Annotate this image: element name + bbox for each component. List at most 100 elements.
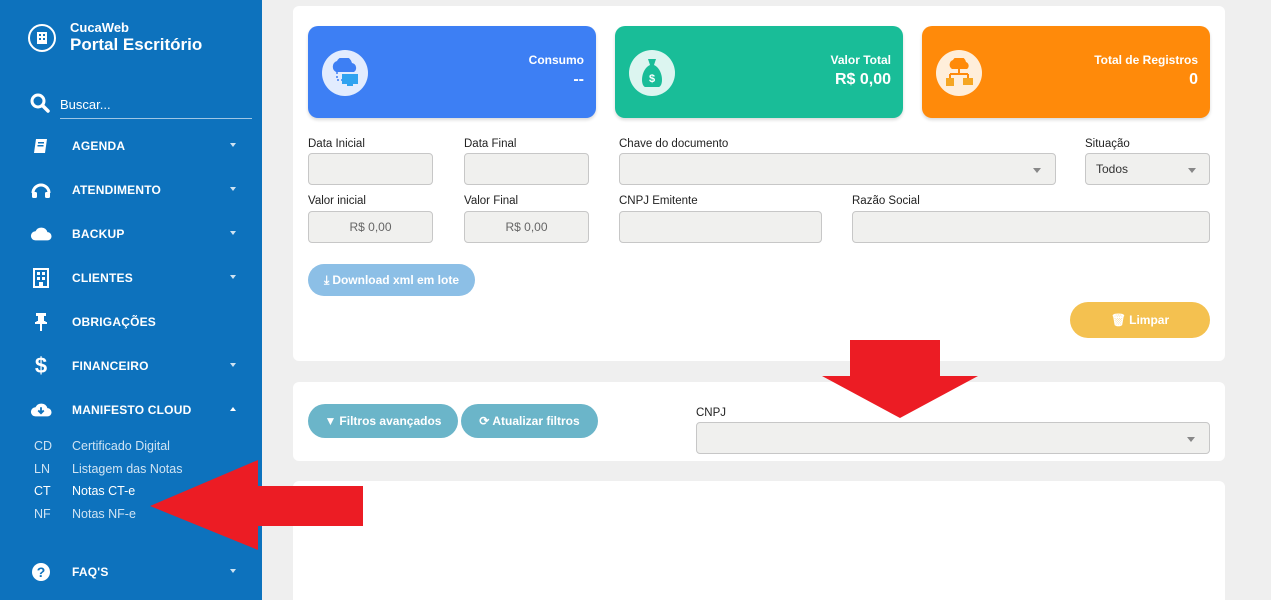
chevron-down-icon — [1033, 168, 1041, 173]
filter-panel: Consumo -- $ Valor Total R$ 0,00 Total d… — [293, 6, 1225, 361]
chevron-down-icon — [230, 143, 236, 147]
valor-final-label: Valor Final — [464, 195, 519, 207]
valor-final-input[interactable] — [464, 211, 589, 243]
sidebar-item-faqs[interactable]: ? FAQ'S — [0, 550, 262, 594]
chevron-down-icon — [230, 231, 236, 235]
sidebar-item-financeiro[interactable]: $ FINANCEIRO — [0, 344, 262, 388]
atualizar-filtros-button[interactable]: ⟳ Atualizar filtros — [461, 404, 598, 438]
trash-icon: 🗑 — [1110, 313, 1127, 327]
situacao-value: Todos — [1096, 162, 1129, 176]
chevron-down-icon — [230, 569, 236, 573]
sidebar-item-label: CLIENTES — [72, 271, 133, 285]
limpar-button-label: Limpar — [1129, 313, 1170, 327]
book-icon — [30, 135, 52, 157]
sidebar-item-agenda[interactable]: AGENDA — [0, 124, 262, 168]
svg-text:$: $ — [649, 73, 655, 85]
money-bag-icon: $ — [629, 50, 675, 96]
cloud-icon — [30, 223, 52, 245]
brand-title: Portal Escritório — [70, 35, 203, 54]
razao-social-input[interactable] — [852, 211, 1210, 243]
svg-text:?: ? — [37, 564, 46, 580]
filter-icon: ▼ — [324, 414, 337, 428]
chevron-down-icon — [230, 363, 236, 367]
results-panel — [293, 481, 1225, 600]
data-inicial-input[interactable] — [308, 153, 433, 185]
sidebar-item-label: FINANCEIRO — [72, 359, 149, 373]
sidebar-item-label: AGENDA — [72, 139, 126, 153]
search-bar — [30, 90, 252, 120]
data-inicial-label: Data Inicial — [308, 138, 365, 150]
red-left-arrow — [150, 460, 363, 550]
card-total-registros: Total de Registros 0 — [922, 26, 1210, 118]
submenu-abbr: CT — [34, 484, 51, 499]
chevron-down-icon — [1187, 437, 1195, 442]
submenu-abbr: LN — [34, 461, 50, 476]
download-icon: ⤓ — [324, 272, 330, 287]
data-final-label: Data Final — [464, 138, 517, 150]
data-final-input[interactable] — [464, 153, 589, 185]
sidebar-item-obrigacoes[interactable]: OBRIGAÇÕES — [0, 300, 262, 344]
card-value: R$ 0,00 — [834, 71, 891, 88]
cloud-download-icon — [30, 399, 52, 421]
search-input[interactable] — [60, 91, 252, 119]
razao-social-label: Razão Social — [852, 195, 920, 207]
download-button-label: Download xml em lote — [332, 273, 459, 287]
submenu-label: Certificado Digital — [72, 439, 170, 454]
submenu-label: Notas NF-e — [72, 506, 136, 521]
sidebar-item-label: BACKUP — [72, 227, 125, 241]
sidebar-nav: AGENDA ATENDIMENTO BACKUP CLIENTES OBRIG… — [0, 124, 262, 432]
filtros-avancados-button[interactable]: ▼ Filtros avançados — [308, 404, 458, 438]
chevron-down-icon — [230, 187, 236, 191]
network-icon — [936, 50, 982, 96]
cnpj-select[interactable] — [696, 422, 1210, 454]
red-down-arrow — [822, 340, 978, 418]
building-logo-icon — [28, 23, 56, 52]
situacao-label: Situação — [1085, 138, 1130, 150]
cnpj-emitente-input[interactable] — [619, 211, 822, 243]
chevron-down-icon — [230, 275, 236, 279]
pin-icon — [30, 311, 52, 333]
sidebar-item-atendimento[interactable]: ATENDIMENTO — [0, 168, 262, 212]
sidebar-item-label: OBRIGAÇÕES — [72, 315, 157, 329]
sidebar-item-backup[interactable]: BACKUP — [0, 212, 262, 256]
download-xml-button[interactable]: ⤓ Download xml em lote — [308, 264, 475, 296]
card-consumo: Consumo -- — [308, 26, 596, 118]
situacao-select[interactable]: Todos — [1085, 153, 1210, 185]
card-title: Consumo — [528, 53, 584, 67]
question-icon: ? — [30, 561, 52, 583]
chave-select[interactable] — [619, 153, 1056, 185]
card-value: 0 — [1189, 71, 1198, 88]
cnpj-emitente-label: CNPJ Emitente — [619, 195, 698, 207]
chevron-down-icon — [1188, 168, 1196, 173]
limpar-button[interactable]: 🗑 Limpar — [1070, 302, 1210, 338]
valor-inicial-input[interactable] — [308, 211, 433, 243]
card-title: Total de Registros — [1094, 53, 1198, 67]
sidebar-item-clientes[interactable]: CLIENTES — [0, 256, 262, 300]
submenu-label: Notas CT-e — [72, 484, 136, 499]
sidebar-item-label: FAQ'S — [72, 565, 109, 579]
card-valor-total: $ Valor Total R$ 0,00 — [615, 26, 903, 118]
submenu-item-certificado[interactable]: CD Certificado Digital — [0, 435, 262, 458]
advanced-filter-panel: ▼ Filtros avançados ⟳ Atualizar filtros … — [293, 382, 1225, 461]
search-icon[interactable] — [30, 93, 50, 118]
sidebar-item-label: ATENDIMENTO — [72, 183, 162, 197]
sidebar-item-label: MANIFESTO CLOUD — [72, 403, 192, 417]
brand[interactable]: CucaWeb Portal Escritório — [28, 20, 202, 55]
chave-label: Chave do documento — [619, 138, 729, 150]
atualizar-button-label: Atualizar filtros — [492, 414, 580, 428]
submenu-abbr: CD — [34, 439, 53, 454]
refresh-icon: ⟳ — [479, 414, 490, 428]
cnpj-label: CNPJ — [696, 407, 727, 419]
submenu-abbr: NF — [34, 506, 51, 521]
card-value: -- — [573, 71, 584, 88]
valor-inicial-label: Valor inicial — [308, 195, 366, 207]
sidebar-item-manifesto-cloud[interactable]: MANIFESTO CLOUD — [0, 388, 262, 432]
building-icon — [30, 267, 52, 289]
filtros-button-label: Filtros avançados — [339, 414, 442, 428]
chevron-up-icon — [230, 407, 236, 411]
cloud-computer-icon — [322, 50, 368, 96]
headset-icon — [30, 179, 52, 201]
card-title: Valor Total — [830, 53, 891, 67]
brand-small: CucaWeb — [70, 20, 129, 35]
dollar-icon: $ — [34, 353, 48, 378]
